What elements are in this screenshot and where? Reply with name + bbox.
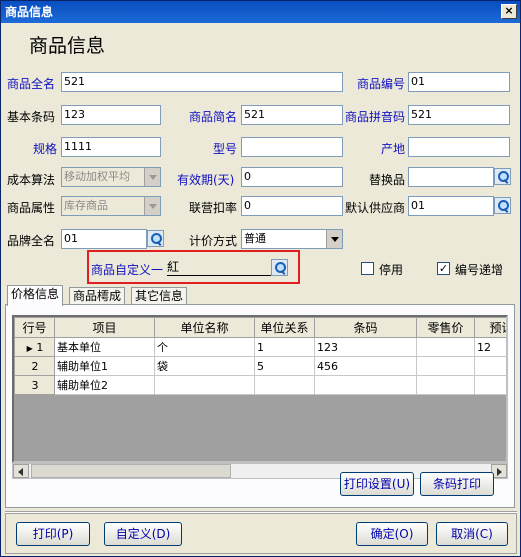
substitute-input[interactable] <box>408 167 494 187</box>
table-header-row: 行号 项目 单位名称 单位关系 条码 零售价 预设 <box>14 317 506 338</box>
row-number: ▶ 1 <box>14 337 55 357</box>
code-label: 商品编号 <box>357 77 406 91</box>
pricing-select[interactable]: 普通 <box>241 229 343 249</box>
short-name-label: 商品简名 <box>189 110 238 124</box>
print-button[interactable]: 打印(P) <box>16 522 90 546</box>
cost-method-value: 移动加权平均 <box>64 170 130 183</box>
cell-retail[interactable] <box>416 337 475 357</box>
short-name-input[interactable]: 521 <box>241 105 343 125</box>
barcode-print-button[interactable]: 条码打印 <box>420 472 494 496</box>
bottom-bar: 打印(P) 自定义(D) 确定(O) 取消(C) <box>5 513 517 554</box>
chevron-down-icon[interactable] <box>144 197 160 215</box>
cell-retail[interactable] <box>416 356 475 376</box>
cell-preset[interactable] <box>474 356 506 376</box>
model-input[interactable] <box>241 137 343 157</box>
table-row[interactable]: 3 辅助单位2 <box>14 375 506 395</box>
cell-item[interactable]: 辅助单位2 <box>54 375 155 395</box>
print-settings-button[interactable]: 打印设置(U) <box>340 472 414 496</box>
cancel-button[interactable]: 取消(C) <box>436 522 508 546</box>
scroll-left-icon[interactable] <box>13 464 29 478</box>
custom1-label: 商品自定义一 <box>91 263 164 277</box>
chevron-down-icon[interactable] <box>326 230 342 248</box>
tab-other-info[interactable]: 其它信息 <box>131 287 188 305</box>
cell-unit[interactable]: 个 <box>154 337 255 357</box>
search-icon[interactable] <box>147 230 164 247</box>
table-row[interactable]: 2 辅助单位1 袋 5 456 <box>14 356 506 376</box>
units-table: 行号 项目 单位名称 单位关系 条码 零售价 预设 ▶ 1 基本单位 个 1 <box>12 315 508 463</box>
close-icon[interactable]: × <box>501 4 517 19</box>
supplier-input[interactable]: 01 <box>408 196 494 216</box>
cost-method-label: 成本算法 <box>7 173 56 187</box>
column-header[interactable]: 零售价 <box>416 317 475 338</box>
full-name-label: 商品全名 <box>7 77 56 91</box>
validity-input[interactable]: 0 <box>241 167 343 187</box>
pricing-value: 普通 <box>244 232 266 245</box>
column-header[interactable]: 预设 <box>474 317 506 338</box>
substitute-label: 替换品 <box>369 173 406 187</box>
brand-input[interactable]: 01 <box>61 229 147 249</box>
chevron-down-icon[interactable] <box>144 168 160 186</box>
row-number: 3 <box>14 375 55 395</box>
barcode-label: 基本条码 <box>7 110 56 124</box>
search-icon[interactable] <box>494 168 511 185</box>
auto-increment-checkbox[interactable]: ✓ <box>437 262 450 275</box>
cell-preset[interactable]: 12 <box>474 337 506 357</box>
cell-relation[interactable]: 5 <box>254 356 315 376</box>
disable-label: 停用 <box>379 263 404 277</box>
search-icon[interactable] <box>494 197 511 214</box>
discount-label: 联营扣率 <box>189 201 238 215</box>
cell-barcode[interactable]: 456 <box>314 356 417 376</box>
row-number: 2 <box>14 356 55 376</box>
origin-label: 产地 <box>381 142 406 156</box>
tab-composition[interactable]: 商品樗成 <box>69 287 126 305</box>
table-row[interactable]: ▶ 1 基本单位 个 1 123 12 <box>14 337 506 357</box>
disable-checkbox[interactable] <box>361 262 374 275</box>
auto-increment-label: 编号递增 <box>455 263 504 277</box>
spec-label: 规格 <box>33 142 58 156</box>
spec-input[interactable]: 1111 <box>61 137 161 157</box>
attribute-value: 库存商品 <box>64 199 108 212</box>
tab-price-info[interactable]: 价格信息 <box>7 285 64 306</box>
validity-label: 有效期(天) <box>177 173 235 187</box>
full-name-input[interactable]: 521 <box>61 72 343 92</box>
supplier-label: 默认供应商 <box>345 201 406 215</box>
column-header[interactable]: 项目 <box>54 317 155 338</box>
tab-panel: 行号 项目 单位名称 单位关系 条码 零售价 预设 ▶ 1 基本单位 个 1 <box>5 304 515 508</box>
attribute-select[interactable]: 库存商品 <box>61 196 161 216</box>
page-title: 商品信息 <box>29 35 106 57</box>
discount-input[interactable]: 0 <box>241 196 343 216</box>
pinyin-input[interactable]: 521 <box>408 105 510 125</box>
window-title: 商品信息 <box>5 5 54 19</box>
column-header[interactable]: 单位关系 <box>254 317 315 338</box>
cell-unit[interactable]: 袋 <box>154 356 255 376</box>
cell-retail[interactable] <box>416 375 475 395</box>
cell-unit[interactable] <box>154 375 255 395</box>
attribute-label: 商品属性 <box>7 201 56 215</box>
code-input[interactable]: 01 <box>408 72 510 92</box>
product-info-dialog: 商品信息 × 商品信息 商品全名 521 商品编号 01 基本条码 123 商品… <box>0 0 521 557</box>
column-header[interactable]: 行号 <box>14 317 55 338</box>
column-header[interactable]: 条码 <box>314 317 417 338</box>
ok-button[interactable]: 确定(O) <box>356 522 428 546</box>
pricing-label: 计价方式 <box>189 234 238 248</box>
pinyin-label: 商品拼音码 <box>345 110 406 124</box>
search-icon[interactable] <box>271 259 288 276</box>
cell-item[interactable]: 辅助单位1 <box>54 356 155 376</box>
cost-method-select[interactable]: 移动加权平均 <box>61 167 161 187</box>
cell-barcode[interactable]: 123 <box>314 337 417 357</box>
brand-label: 品牌全名 <box>7 234 56 248</box>
cell-preset[interactable] <box>474 375 506 395</box>
cell-relation[interactable] <box>254 375 315 395</box>
column-header[interactable]: 单位名称 <box>154 317 255 338</box>
cell-relation[interactable]: 1 <box>254 337 315 357</box>
origin-input[interactable] <box>408 137 510 157</box>
barcode-input[interactable]: 123 <box>61 105 161 125</box>
scroll-thumb[interactable] <box>31 464 231 478</box>
model-label: 型号 <box>213 142 238 156</box>
custom1-input[interactable]: 紅 <box>167 258 271 276</box>
custom-button[interactable]: 自定义(D) <box>104 522 182 546</box>
cell-barcode[interactable] <box>314 375 417 395</box>
title-bar[interactable]: 商品信息 × <box>1 1 520 23</box>
cell-item[interactable]: 基本单位 <box>54 337 155 357</box>
